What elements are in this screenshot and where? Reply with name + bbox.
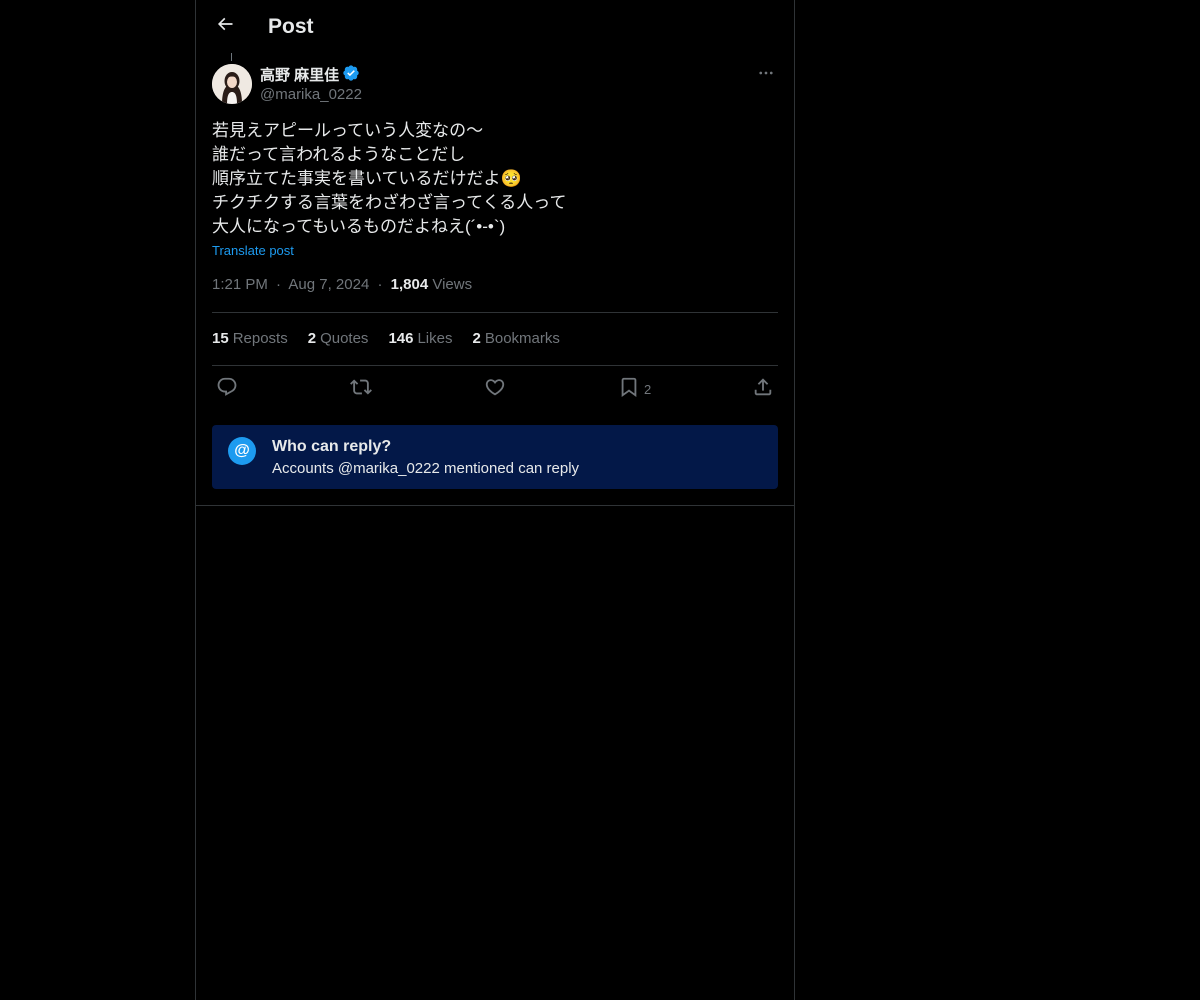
more-horizontal-icon xyxy=(757,64,775,87)
heart-icon xyxy=(484,376,506,403)
bookmarks-count: 2 xyxy=(472,330,481,347)
post-text-line: 順序立てた事実を書いているだけだよ🥺 xyxy=(212,169,522,188)
meta-separator: · xyxy=(377,276,383,293)
bookmark-button[interactable]: 2 xyxy=(618,376,651,402)
post-text-line: 大人になってもいるものだよねえ(´•-•`) xyxy=(212,217,506,236)
author-row: 高野 麻里佳 @marika_0222 xyxy=(212,63,778,107)
author-handle[interactable]: @marika_0222 xyxy=(260,85,362,105)
post-time[interactable]: 1:21 PM xyxy=(212,276,268,293)
page-title: Post xyxy=(268,15,314,38)
post-text-line: 誰だって言われるようなことだし xyxy=(212,145,466,164)
views-label: Views xyxy=(432,276,473,293)
like-button[interactable] xyxy=(484,376,506,402)
share-button[interactable] xyxy=(752,376,774,402)
repost-button[interactable] xyxy=(350,376,372,402)
post-text: 若見えアピールっていう人変なの〜 誰だって言われるようなことだし 順序立てた事実… xyxy=(212,119,772,239)
arrow-left-icon xyxy=(215,14,235,39)
reply-restriction-notice: @ Who can reply? Accounts @marika_0222 m… xyxy=(212,425,778,489)
engagement-stats: 15 Reposts 2 Quotes 146 Likes 2 Bookmarks xyxy=(212,329,560,349)
reply-icon xyxy=(216,376,238,403)
translate-post-link[interactable]: Translate post xyxy=(212,243,294,259)
divider xyxy=(212,312,778,313)
views-count: 1,804 xyxy=(390,276,429,293)
back-button[interactable] xyxy=(212,13,238,39)
primary-column: Post 高野 麻里佳 @marika_0222 若見えアピールっていう人変なの… xyxy=(195,0,795,1000)
repost-icon xyxy=(350,376,372,403)
reply-restriction-description: Accounts @marika_0222 mentioned can repl… xyxy=(272,460,580,477)
likes-stat[interactable]: 146 Likes xyxy=(388,329,452,349)
post-date[interactable]: Aug 7, 2024 xyxy=(288,276,369,293)
reply-button[interactable] xyxy=(216,376,238,402)
page-header: Post xyxy=(196,0,794,53)
bookmark-count: 2 xyxy=(644,381,652,397)
post-detail: 高野 麻里佳 @marika_0222 若見えアピールっていう人変なの〜 誰だっ… xyxy=(212,63,778,489)
bookmarks-label: Bookmarks xyxy=(484,330,560,347)
share-icon xyxy=(752,376,774,403)
display-name-row[interactable]: 高野 麻里佳 xyxy=(260,64,360,87)
quotes-label: Quotes xyxy=(320,330,369,347)
verified-badge-icon[interactable] xyxy=(342,64,360,87)
likes-label: Likes xyxy=(417,330,453,347)
quotes-count: 2 xyxy=(307,330,317,347)
post-bottom-border xyxy=(196,505,794,506)
post-meta: 1:21 PM · Aug 7, 2024 · 1,804 Views xyxy=(212,275,472,295)
bookmark-icon xyxy=(618,376,640,403)
display-name[interactable]: 高野 麻里佳 xyxy=(260,66,339,86)
likes-count: 146 xyxy=(388,330,414,347)
post-text-line: 若見えアピールっていう人変なの〜 xyxy=(212,121,484,140)
more-options-button[interactable] xyxy=(754,63,778,87)
meta-separator: · xyxy=(276,276,282,293)
post-actions: 2 xyxy=(212,376,778,402)
thread-connector-line xyxy=(231,53,232,61)
bookmarks-stat[interactable]: 2 Bookmarks xyxy=(473,329,560,349)
quotes-stat[interactable]: 2 Quotes xyxy=(308,329,369,349)
avatar[interactable] xyxy=(212,64,252,104)
reposts-count: 15 xyxy=(212,330,229,347)
at-sign-icon: @ xyxy=(228,437,256,465)
reposts-stat[interactable]: 15 Reposts xyxy=(212,329,288,349)
divider xyxy=(212,365,778,366)
reply-restriction-title: Who can reply? xyxy=(272,438,392,455)
reposts-label: Reposts xyxy=(232,330,288,347)
post-text-line: チクチクする言葉をわざわざ言ってくる人って xyxy=(212,193,567,212)
